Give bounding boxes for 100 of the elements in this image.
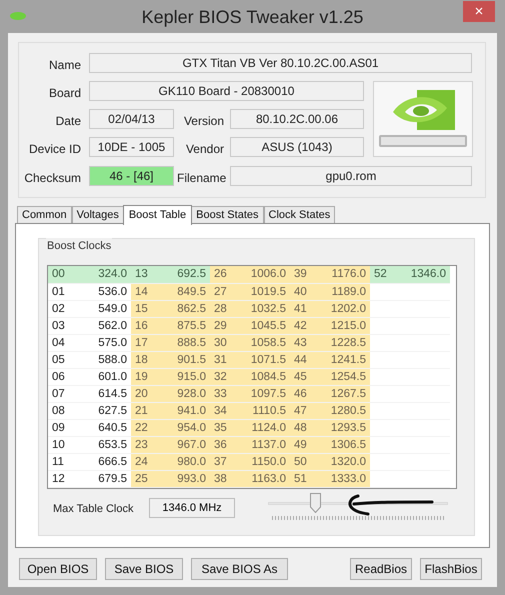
slider-thumb[interactable] bbox=[310, 493, 322, 513]
clock-cell[interactable]: 1176.0 bbox=[316, 266, 370, 283]
clock-cell[interactable]: 1202.0 bbox=[316, 300, 370, 317]
clock-cell[interactable]: 849.5 bbox=[156, 283, 210, 300]
clock-cell[interactable]: 1293.5 bbox=[316, 419, 370, 436]
clock-cell[interactable]: 1006.0 bbox=[236, 266, 290, 283]
clock-cell[interactable]: 1084.5 bbox=[236, 368, 290, 385]
index-cell: 11 bbox=[48, 453, 77, 470]
field-label: Name bbox=[48, 57, 81, 74]
clock-cell[interactable]: 1333.0 bbox=[316, 470, 370, 487]
clock-cell[interactable]: 679.5 bbox=[77, 470, 131, 487]
clock-cell[interactable]: 653.5 bbox=[77, 436, 131, 453]
clock-cell[interactable]: 575.0 bbox=[77, 334, 131, 351]
index-cell: 14 bbox=[131, 283, 156, 300]
clock-cell[interactable]: 324.0 bbox=[77, 266, 131, 283]
toolbar-button[interactable]: Open BIOS bbox=[19, 558, 97, 580]
index-cell: 27 bbox=[210, 283, 236, 300]
tab[interactable]: Clock States bbox=[264, 206, 336, 224]
index-cell: 24 bbox=[131, 453, 156, 470]
index-cell: 26 bbox=[210, 266, 236, 283]
index-cell: 12 bbox=[48, 470, 77, 487]
clock-cell[interactable]: 862.5 bbox=[156, 300, 210, 317]
value-field[interactable]: GK110 Board - 20830010 bbox=[89, 81, 364, 101]
index-cell: 45 bbox=[290, 368, 316, 385]
index-cell: 44 bbox=[290, 351, 316, 368]
clock-cell[interactable]: 875.5 bbox=[156, 317, 210, 334]
toolbar-button[interactable]: FlashBios bbox=[420, 558, 482, 580]
index-cell: 36 bbox=[210, 436, 236, 453]
max-clock-label: Max Table Clock bbox=[53, 502, 134, 517]
clock-cell[interactable]: 1280.5 bbox=[316, 402, 370, 419]
clock-cell[interactable]: 928.0 bbox=[156, 385, 210, 402]
index-cell: 47 bbox=[290, 402, 316, 419]
clock-cell[interactable]: 915.0 bbox=[156, 368, 210, 385]
clock-cell[interactable]: 640.5 bbox=[77, 419, 131, 436]
clock-slider[interactable] bbox=[268, 493, 448, 521]
clock-cell[interactable]: 1137.0 bbox=[236, 436, 290, 453]
index-cell: 42 bbox=[290, 317, 316, 334]
clock-cell[interactable]: 1071.5 bbox=[236, 351, 290, 368]
clock-cell[interactable]: 601.0 bbox=[77, 368, 131, 385]
close-button[interactable]: × bbox=[463, 1, 495, 22]
tab[interactable]: Boost States bbox=[191, 206, 264, 224]
index-cell: 09 bbox=[48, 419, 77, 436]
clock-cell[interactable]: 1267.5 bbox=[316, 385, 370, 402]
index-cell: 46 bbox=[290, 385, 316, 402]
clock-cell[interactable]: 1110.5 bbox=[236, 402, 290, 419]
clock-cell[interactable]: 1306.5 bbox=[316, 436, 370, 453]
clock-cell[interactable]: 1124.0 bbox=[236, 419, 290, 436]
clock-cell[interactable]: 666.5 bbox=[77, 453, 131, 470]
clock-cell[interactable]: 941.0 bbox=[156, 402, 210, 419]
clock-cell[interactable]: 1189.0 bbox=[316, 283, 370, 300]
index-cell: 48 bbox=[290, 419, 316, 436]
clock-cell[interactable]: 614.5 bbox=[77, 385, 131, 402]
clock-cell[interactable]: 562.0 bbox=[77, 317, 131, 334]
clock-cell[interactable]: 1032.5 bbox=[236, 300, 290, 317]
index-cell: 18 bbox=[131, 351, 156, 368]
tab[interactable]: Voltages bbox=[72, 206, 124, 224]
clock-cell[interactable]: 1058.5 bbox=[236, 334, 290, 351]
clock-cell[interactable]: 1228.5 bbox=[316, 334, 370, 351]
clock-cell[interactable]: 1215.0 bbox=[316, 317, 370, 334]
max-clock-field: 1346.0 MHz bbox=[149, 498, 235, 518]
clock-cell[interactable]: 536.0 bbox=[77, 283, 131, 300]
clock-cell[interactable]: 627.5 bbox=[77, 402, 131, 419]
clock-cell[interactable]: 1254.5 bbox=[316, 368, 370, 385]
clock-cell[interactable]: 888.5 bbox=[156, 334, 210, 351]
clock-cell[interactable]: 1045.5 bbox=[236, 317, 290, 334]
index-cell: 13 bbox=[131, 266, 156, 283]
clock-cell[interactable]: 588.0 bbox=[77, 351, 131, 368]
toolbar-button[interactable]: Save BIOS bbox=[105, 558, 183, 580]
clock-cell[interactable]: 993.0 bbox=[156, 470, 210, 487]
field-label: Board bbox=[48, 85, 81, 102]
index-cell: 17 bbox=[131, 334, 156, 351]
index-cell: 22 bbox=[131, 419, 156, 436]
clock-cell[interactable]: 692.5 bbox=[156, 266, 210, 283]
index-cell: 29 bbox=[210, 317, 236, 334]
clock-cell[interactable]: 1019.5 bbox=[236, 283, 290, 300]
clock-cell[interactable]: 549.0 bbox=[77, 300, 131, 317]
value-field[interactable]: gpu0.rom bbox=[230, 166, 472, 186]
value-field[interactable]: 46 - [46] bbox=[89, 166, 174, 186]
tab[interactable]: Boost Table bbox=[122, 205, 192, 225]
index-cell: 05 bbox=[48, 351, 77, 368]
toolbar-button[interactable]: ReadBios bbox=[350, 558, 412, 580]
value-field[interactable]: 02/04/13 bbox=[89, 109, 174, 129]
clock-cell[interactable]: 1241.5 bbox=[316, 351, 370, 368]
clock-cell[interactable]: 1346.0 bbox=[396, 266, 450, 283]
value-field[interactable]: 10DE - 1005 bbox=[89, 137, 174, 157]
toolbar-button[interactable]: Save BIOS As bbox=[191, 558, 288, 580]
clock-cell[interactable]: 1097.5 bbox=[236, 385, 290, 402]
clock-cell[interactable]: 901.5 bbox=[156, 351, 210, 368]
clock-cell[interactable]: 954.0 bbox=[156, 419, 210, 436]
index-cell: 34 bbox=[210, 402, 236, 419]
value-field[interactable]: GTX Titan VB Ver 80.10.2C.00.AS01 bbox=[89, 53, 472, 73]
clock-cell[interactable]: 1150.0 bbox=[236, 453, 290, 470]
tab[interactable]: Common bbox=[17, 206, 72, 224]
clock-cell[interactable]: 967.0 bbox=[156, 436, 210, 453]
value-field[interactable]: 80.10.2C.00.06 bbox=[230, 109, 364, 129]
value-field[interactable]: ASUS (1043) bbox=[230, 137, 364, 157]
clock-cell[interactable]: 980.0 bbox=[156, 453, 210, 470]
field-label: Vendor bbox=[184, 141, 224, 158]
clock-cell[interactable]: 1320.0 bbox=[316, 453, 370, 470]
clock-cell[interactable]: 1163.0 bbox=[236, 470, 290, 487]
